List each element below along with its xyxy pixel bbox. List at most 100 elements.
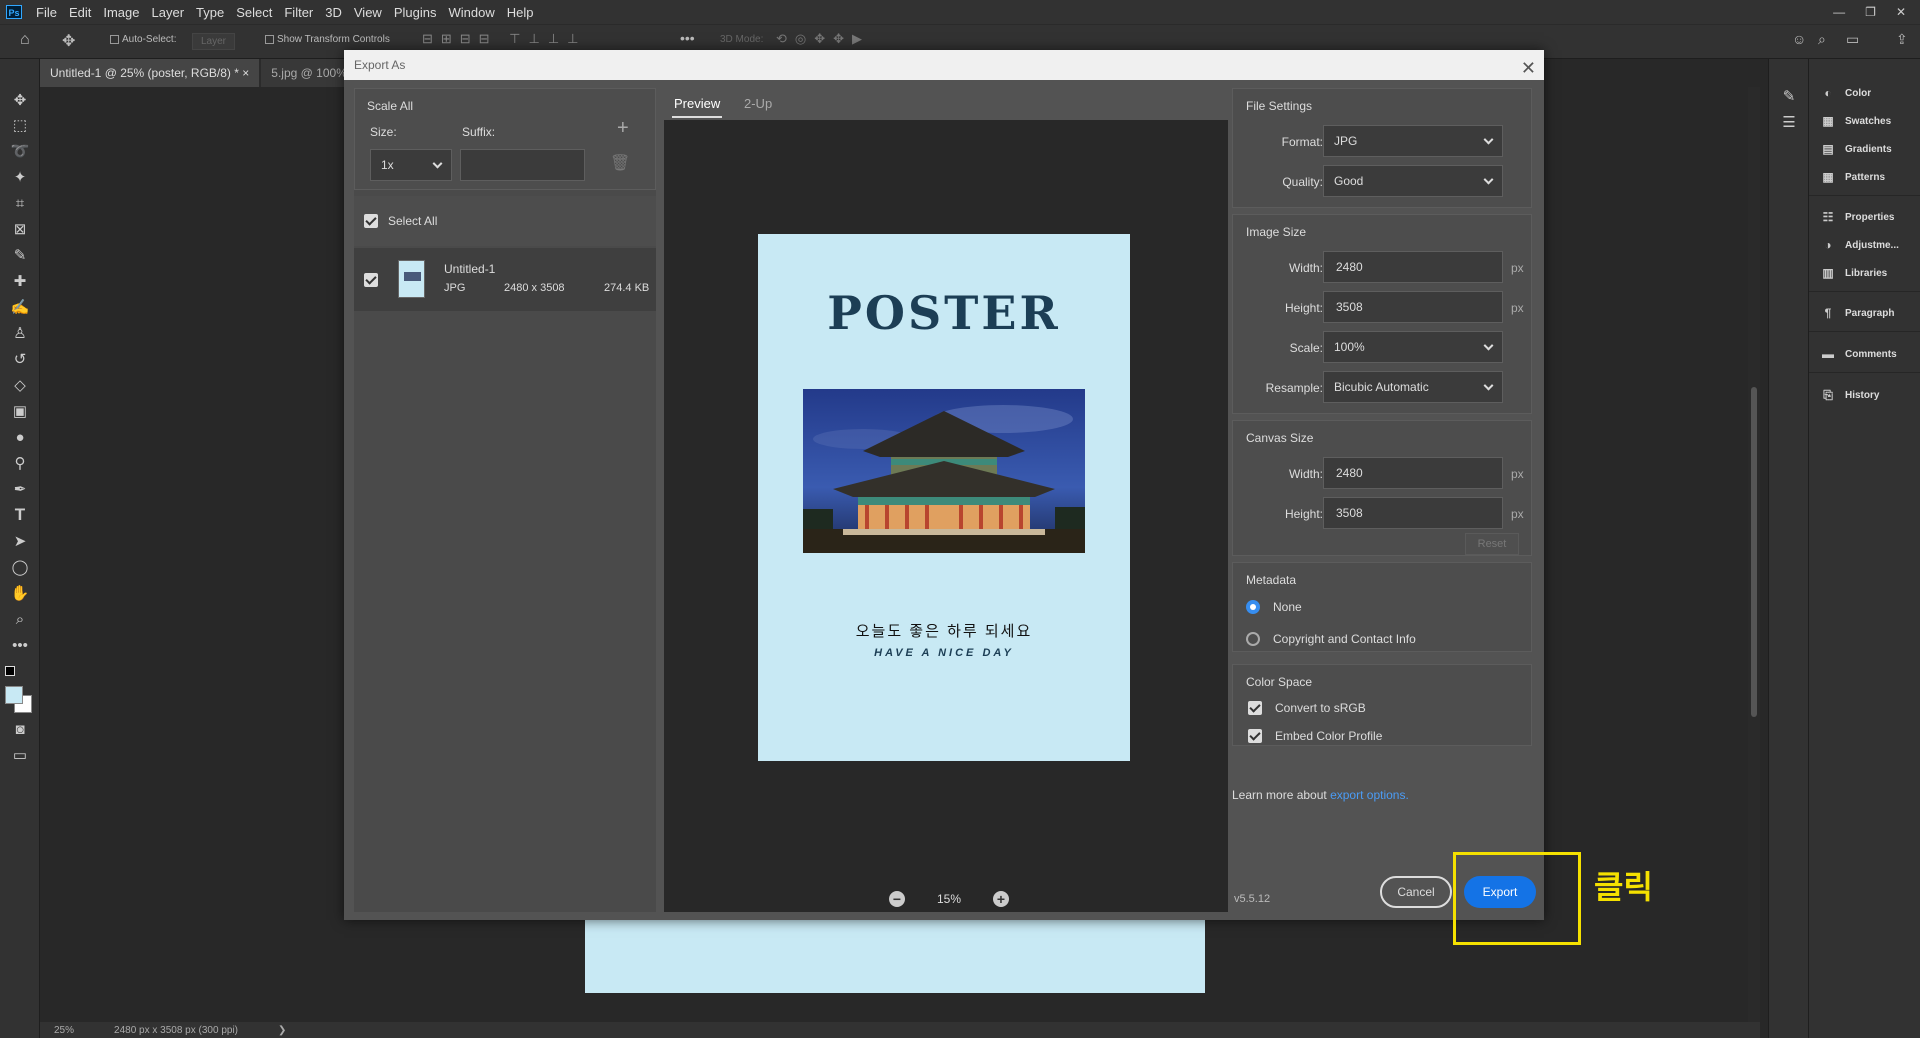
- status-arrow-icon[interactable]: ❯: [278, 1025, 286, 1036]
- image-height-input[interactable]: 3508: [1323, 291, 1503, 323]
- menu-window[interactable]: Window: [442, 5, 500, 20]
- crop-tool-icon[interactable]: ⌗: [9, 192, 31, 214]
- home-icon[interactable]: ⌂: [20, 31, 30, 49]
- menu-file[interactable]: File: [30, 5, 63, 20]
- close-icon[interactable]: ✕: [1521, 53, 1536, 83]
- quality-dropdown[interactable]: Good: [1323, 165, 1503, 197]
- adjustments-icon[interactable]: ☰: [1778, 111, 1800, 133]
- gradients-icon: ▤: [1822, 142, 1834, 156]
- search-icon[interactable]: ⌕: [1818, 31, 1826, 48]
- close-window-button[interactable]: ✕: [1896, 5, 1906, 19]
- asset-checkbox[interactable]: [364, 273, 378, 287]
- panel-libraries[interactable]: ▥ Libraries: [1821, 266, 1887, 280]
- restore-button[interactable]: ❐: [1865, 5, 1876, 19]
- move-tool-icon[interactable]: ✥: [9, 89, 31, 111]
- convert-srgb-checkbox[interactable]: [1248, 701, 1262, 715]
- panel-paragraph[interactable]: ¶ Paragraph: [1821, 306, 1895, 320]
- add-scale-icon[interactable]: +: [617, 117, 629, 140]
- trash-icon[interactable]: 🗑: [610, 153, 630, 173]
- zoom-tool-icon[interactable]: ⌕: [9, 608, 31, 630]
- export-options-link[interactable]: export options.: [1330, 788, 1409, 802]
- panel-properties[interactable]: ☷ Properties: [1821, 210, 1895, 224]
- workspace-icon[interactable]: ▭: [1846, 31, 1859, 48]
- minimize-button[interactable]: —: [1833, 5, 1845, 19]
- share-icon[interactable]: ⇪: [1896, 31, 1908, 48]
- cancel-button[interactable]: Cancel: [1380, 876, 1452, 908]
- ellipse-tool-icon[interactable]: ◯: [9, 556, 31, 578]
- scale-dropdown[interactable]: 100%: [1323, 331, 1503, 363]
- lasso-tool-icon[interactable]: ➰: [9, 140, 31, 162]
- panel-comments[interactable]: ▬ Comments: [1821, 347, 1897, 361]
- show-transform-checkbox[interactable]: Show Transform Controls: [265, 34, 390, 45]
- panel-patterns[interactable]: ▦ Patterns: [1821, 170, 1885, 184]
- menu-plugins[interactable]: Plugins: [388, 5, 443, 20]
- menu-edit[interactable]: Edit: [63, 5, 97, 20]
- zoom-out-button[interactable]: −: [889, 891, 905, 907]
- resample-dropdown[interactable]: Bicubic Automatic: [1323, 371, 1503, 403]
- dodge-tool-icon[interactable]: ⚲: [9, 452, 31, 474]
- canvas-height-input[interactable]: 3508: [1323, 497, 1503, 529]
- suffix-input[interactable]: [460, 149, 585, 181]
- auto-select-checkbox[interactable]: Auto-Select:: [110, 34, 176, 45]
- panel-history[interactable]: ⎘ History: [1821, 388, 1879, 402]
- stamp-tool-icon[interactable]: ♙: [9, 322, 31, 344]
- panel-swatches[interactable]: ▦ Swatches: [1821, 114, 1891, 128]
- select-all-checkbox[interactable]: [364, 214, 378, 228]
- preview-canvas[interactable]: POSTER 오늘도 좋은 하루 되세요 HAVE A NICE DAY − 1…: [664, 120, 1228, 912]
- quick-mask-icon[interactable]: ◙: [9, 718, 31, 740]
- brush-settings-icon[interactable]: ✎: [1778, 85, 1800, 107]
- panel-adjustments[interactable]: ◑ Adjustme...: [1821, 238, 1899, 252]
- more-icon[interactable]: •••: [680, 30, 695, 46]
- zoom-controls: − 15% +: [889, 890, 1009, 908]
- menu-view[interactable]: View: [348, 5, 388, 20]
- tab-2-up[interactable]: 2-Up: [744, 96, 772, 111]
- reset-button[interactable]: Reset: [1465, 533, 1519, 555]
- healing-brush-icon[interactable]: ✚: [9, 270, 31, 292]
- path-select-icon[interactable]: ➤: [9, 530, 31, 552]
- panel-gradients[interactable]: ▤ Gradients: [1821, 142, 1891, 156]
- panel-color[interactable]: ◐ Color: [1821, 86, 1871, 100]
- format-dropdown[interactable]: JPG: [1323, 125, 1503, 157]
- size-dropdown[interactable]: 1x: [370, 149, 452, 181]
- type-tool-icon[interactable]: T: [9, 504, 31, 526]
- brush-tool-icon[interactable]: ✍: [9, 296, 31, 318]
- gradient-tool-icon[interactable]: ▣: [9, 400, 31, 422]
- zoom-in-button[interactable]: +: [993, 891, 1009, 907]
- close-tab-icon[interactable]: ×: [242, 66, 249, 80]
- asset-row[interactable]: Untitled-1 JPG 2480 x 3508 274.4 KB: [354, 248, 656, 311]
- menu-help[interactable]: Help: [501, 5, 540, 20]
- zoom-level[interactable]: 25%: [54, 1025, 74, 1036]
- metadata-copyright-radio[interactable]: [1246, 632, 1260, 646]
- embed-profile-checkbox[interactable]: [1248, 729, 1262, 743]
- menu-layer[interactable]: Layer: [146, 5, 191, 20]
- eraser-icon[interactable]: ◇: [9, 374, 31, 396]
- eyedropper-icon[interactable]: ✎: [9, 244, 31, 266]
- frame-tool-icon[interactable]: ⊠: [9, 218, 31, 240]
- canvas-scrollbar[interactable]: [1748, 87, 1760, 1022]
- image-width-input[interactable]: 2480: [1323, 251, 1503, 283]
- metadata-none-radio[interactable]: [1246, 600, 1260, 614]
- default-colors-icon[interactable]: [5, 666, 15, 676]
- move-tool-icon[interactable]: ✥: [62, 31, 75, 51]
- hand-tool-icon[interactable]: ✋: [9, 582, 31, 604]
- tab-untitled-1[interactable]: Untitled-1 @ 25% (poster, RGB/8) * ×: [40, 59, 260, 87]
- tab-5-jpg[interactable]: 5.jpg @ 100%: [261, 59, 357, 87]
- marquee-tool-icon[interactable]: ⬚: [9, 114, 31, 136]
- blur-tool-icon[interactable]: ●: [9, 426, 31, 448]
- more-tools-icon[interactable]: •••: [9, 634, 31, 656]
- pen-tool-icon[interactable]: ✒: [9, 478, 31, 500]
- menu-3d[interactable]: 3D: [319, 5, 348, 20]
- menu-select[interactable]: Select: [230, 5, 278, 20]
- tab-preview[interactable]: Preview: [674, 96, 720, 111]
- magic-wand-icon[interactable]: ✦: [9, 166, 31, 188]
- align-icons[interactable]: ⊟⊞⊟⊟ ⊤⊥⊥⊥: [422, 31, 586, 47]
- screen-mode-icon[interactable]: ▭: [9, 744, 31, 766]
- canvas-width-input[interactable]: 2480: [1323, 457, 1503, 489]
- menu-filter[interactable]: Filter: [278, 5, 319, 20]
- menu-type[interactable]: Type: [190, 5, 230, 20]
- user-icon[interactable]: ☺: [1792, 31, 1806, 47]
- history-brush-icon[interactable]: ↺: [9, 348, 31, 370]
- menu-image[interactable]: Image: [97, 5, 145, 20]
- foreground-color-swatch[interactable]: [5, 686, 23, 704]
- auto-select-target[interactable]: Layer: [192, 33, 236, 50]
